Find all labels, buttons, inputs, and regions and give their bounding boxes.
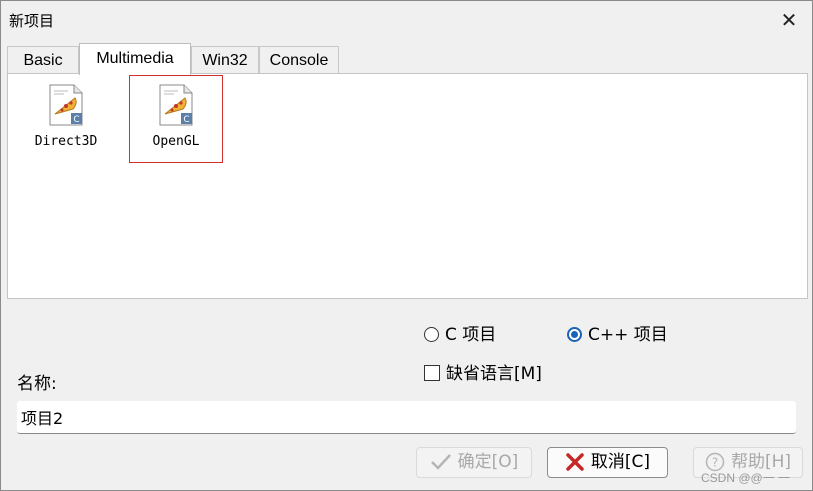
radio-circle-selected bbox=[567, 327, 582, 342]
pizza-c-file-icon: C bbox=[159, 84, 193, 126]
cpp-project-label: C++ 项目 bbox=[588, 325, 668, 345]
new-project-dialog: 新项目 ✕ Basic Multimedia Win32 Console C D… bbox=[0, 0, 813, 491]
watermark: CSDN @@一 一 bbox=[701, 471, 791, 485]
project-name-input[interactable] bbox=[17, 401, 796, 434]
svg-text:?: ? bbox=[712, 456, 718, 470]
pizza-c-file-icon: C bbox=[49, 84, 83, 126]
template-label: Direct3D bbox=[34, 134, 98, 149]
tab-multimedia[interactable]: Multimedia bbox=[79, 43, 191, 75]
svg-text:C: C bbox=[73, 115, 79, 125]
tab-win32[interactable]: Win32 bbox=[191, 46, 259, 73]
cpp-project-radio[interactable]: C++ 项目 bbox=[567, 320, 668, 345]
cancel-button[interactable]: 取消[C] bbox=[547, 447, 668, 478]
template-list: C Direct3D C OpenGL bbox=[7, 73, 808, 299]
name-label: 名称: bbox=[17, 374, 57, 394]
cancel-label: 取消[C] bbox=[590, 452, 651, 472]
svg-text:C: C bbox=[183, 115, 189, 125]
c-project-radio[interactable]: C 项目 bbox=[424, 320, 496, 345]
title-bar: 新项目 ✕ bbox=[1, 1, 812, 39]
template-direct3d[interactable]: C Direct3D bbox=[20, 76, 112, 162]
radio-circle bbox=[424, 327, 439, 342]
tab-console[interactable]: Console bbox=[259, 46, 339, 73]
close-icon[interactable]: ✕ bbox=[776, 7, 802, 33]
template-label: OpenGL bbox=[152, 134, 200, 149]
ok-label: 确定[O] bbox=[457, 452, 519, 472]
default-language-checkbox[interactable]: 缺省语言[M] bbox=[424, 359, 542, 384]
c-project-label: C 项目 bbox=[445, 325, 497, 345]
checkmark-icon bbox=[430, 454, 451, 470]
checkbox-box bbox=[424, 365, 440, 381]
tab-basic[interactable]: Basic bbox=[7, 46, 79, 73]
ok-button[interactable]: 确定[O] bbox=[416, 447, 532, 478]
red-x-icon bbox=[566, 453, 584, 471]
window-title: 新项目 bbox=[9, 12, 55, 30]
template-opengl[interactable]: C OpenGL bbox=[129, 75, 223, 163]
default-language-label: 缺省语言[M] bbox=[446, 364, 542, 384]
